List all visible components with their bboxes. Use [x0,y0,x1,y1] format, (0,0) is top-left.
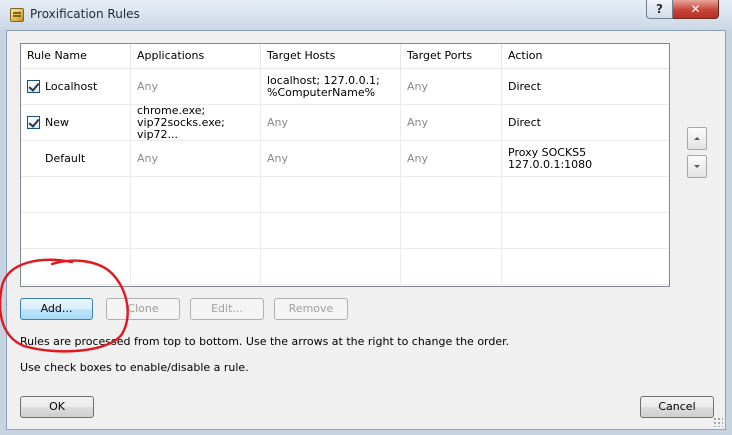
ok-button[interactable]: OK [20,396,94,418]
table-row[interactable]: New chrome.exe; vip72socks.exe; vip72...… [21,105,669,141]
applications-value: Any [137,79,159,93]
arrow-up-icon [694,137,700,140]
dialog-body: Rule Name Applications Target Hosts Targ… [6,30,726,430]
arrow-down-icon [694,165,700,168]
rule-name: New [45,115,69,129]
empty-cell [502,249,669,284]
title-buttons: ? ✕ [646,0,719,20]
target-ports-value: Any [407,79,429,93]
empty-cell [502,177,669,212]
target-hosts-cell: Any [261,141,401,176]
applications-cell: chrome.exe; vip72socks.exe; vip72... [131,105,261,140]
target-ports-value: Any [407,151,429,165]
empty-cell [261,249,401,284]
action-cell: Proxy SOCKS5 127.0.0.1:1080 [502,141,669,176]
rule-name-cell: Default [21,141,131,176]
empty-cell [502,213,669,248]
help-button[interactable]: ? [646,0,673,19]
target-hosts-value: localhost; 127.0.0.1; %ComputerName% [267,73,380,99]
move-down-button[interactable] [687,155,707,178]
applications-value: chrome.exe; vip72socks.exe; vip72... [137,105,225,140]
table-row[interactable]: Default Any Any Any Proxy SOCKS5 127.0.0… [21,141,669,177]
table-header: Rule Name Applications Target Hosts Targ… [21,44,669,69]
enable-checkbox[interactable] [27,80,40,93]
checkbox-note: Use check boxes to enable/disable a rule… [20,361,249,374]
column-header-rule-name[interactable]: Rule Name [21,44,131,68]
edit-button[interactable]: Edit... [190,298,264,320]
applications-cell: Any [131,141,261,176]
rule-name-cell: New [21,105,131,140]
applications-value: Any [137,151,159,165]
action-cell: Direct [502,69,669,104]
enable-checkbox[interactable] [27,116,40,129]
empty-cell [401,249,502,284]
action-cell: Direct [502,105,669,140]
target-hosts-cell: Any [261,105,401,140]
action-value: Proxy SOCKS5 127.0.0.1:1080 [508,145,593,171]
rule-name: Default [45,151,86,165]
column-header-target-hosts[interactable]: Target Hosts [261,44,401,68]
target-ports-cell: Any [401,105,502,140]
clone-button[interactable]: Clone [106,298,180,320]
empty-cell [261,213,401,248]
column-header-applications[interactable]: Applications [131,44,261,68]
empty-cell [21,177,131,212]
empty-cell [401,213,502,248]
action-value: Direct [508,79,541,93]
cancel-button[interactable]: Cancel [640,396,714,418]
empty-cell [401,177,502,212]
empty-cell [131,177,261,212]
rule-name-cell: Localhost [21,69,131,104]
close-button[interactable]: ✕ [673,0,719,19]
action-value: Direct [508,115,541,129]
title-bar: Proxification Rules ? ✕ [0,0,732,30]
target-hosts-value: Any [267,151,289,165]
table-row[interactable]: Localhost Any localhost; 127.0.0.1; %Com… [21,69,669,105]
target-hosts-cell: localhost; 127.0.0.1; %ComputerName% [261,69,401,104]
rule-name: Localhost [45,79,98,93]
empty-row [21,177,669,213]
resize-grip-icon[interactable] [713,417,723,427]
target-ports-cell: Any [401,69,502,104]
empty-cell [21,249,131,284]
empty-cell [131,249,261,284]
move-up-button[interactable] [687,127,707,150]
remove-button[interactable]: Remove [274,298,348,320]
empty-cell [21,213,131,248]
window-title: Proxification Rules [30,7,140,21]
add-button[interactable]: Add... [20,298,93,320]
rules-table: Rule Name Applications Target Hosts Targ… [20,43,670,287]
empty-cell [131,213,261,248]
empty-cell [261,177,401,212]
column-header-target-ports[interactable]: Target Ports [401,44,502,68]
target-ports-value: Any [407,115,429,129]
target-ports-cell: Any [401,141,502,176]
applications-cell: Any [131,69,261,104]
order-note: Rules are processed from top to bottom. … [20,335,510,348]
empty-row [21,213,669,249]
target-hosts-value: Any [267,115,289,129]
column-header-action[interactable]: Action [502,44,669,68]
app-icon [10,8,24,22]
empty-row [21,249,669,285]
